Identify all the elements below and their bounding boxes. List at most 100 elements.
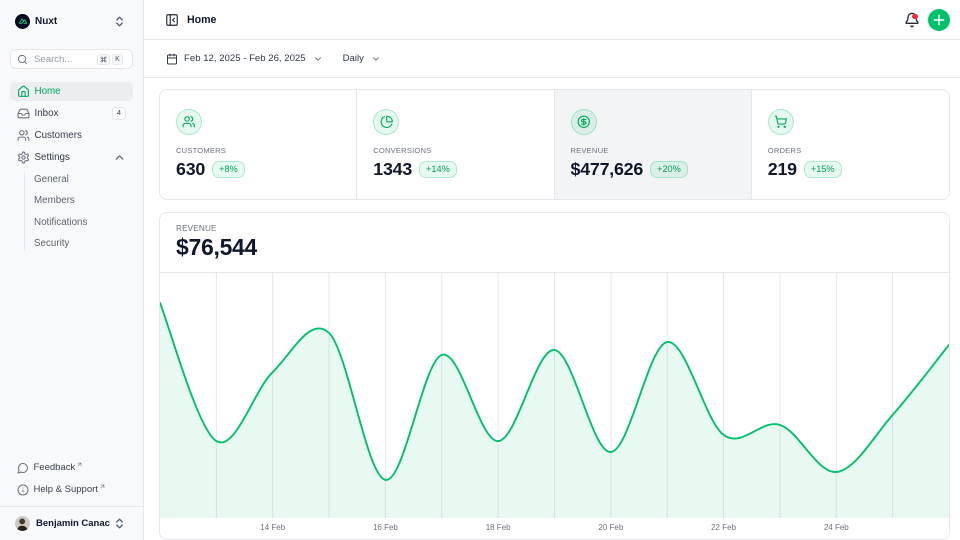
stat-value: 1343 bbox=[373, 159, 412, 180]
shopping-cart-icon bbox=[768, 109, 794, 135]
x-tick-label: 22 Feb bbox=[711, 523, 736, 532]
sidebar-item-customers[interactable]: Customers bbox=[10, 126, 133, 145]
date-range-value: Feb 12, 2025 - Feb 26, 2025 bbox=[184, 53, 306, 64]
stat-card-customers[interactable]: CUSTOMERS 630 +8% bbox=[160, 90, 357, 199]
footer-item-label: Feedback bbox=[34, 462, 76, 473]
calendar-icon bbox=[166, 53, 178, 65]
footer-item-label: Help & Support bbox=[34, 484, 98, 495]
users-icon bbox=[176, 109, 202, 135]
sidebar-item-security[interactable]: Security bbox=[34, 235, 133, 254]
sidebar-item-help-support[interactable]: Help & Support bbox=[10, 480, 133, 499]
settings-sub-list: General Members Notifications Security bbox=[10, 170, 133, 253]
users-icon bbox=[17, 129, 30, 142]
chevrons-up-down-icon bbox=[113, 15, 126, 28]
date-range-picker[interactable]: Feb 12, 2025 - Feb 26, 2025 bbox=[160, 49, 329, 69]
sidebar: Nuxt Search... K Home bbox=[0, 0, 144, 540]
inbox-icon bbox=[17, 107, 30, 120]
stat-label: CUSTOMERS bbox=[176, 146, 340, 155]
workspace-name: Nuxt bbox=[35, 16, 113, 27]
stat-value-row: 219 +15% bbox=[768, 159, 933, 180]
stat-card-conversions[interactable]: CONVERSIONS 1343 +14% bbox=[357, 90, 554, 199]
sidebar-item-settings[interactable]: Settings bbox=[10, 148, 133, 167]
chart-title: REVENUE bbox=[176, 224, 933, 233]
chart-plot-area[interactable] bbox=[160, 273, 949, 518]
chart-header: REVENUE $76,544 bbox=[160, 213, 949, 272]
x-tick-label: 18 Feb bbox=[486, 523, 511, 532]
stat-value: 219 bbox=[768, 159, 797, 180]
granularity-value: Daily bbox=[343, 53, 364, 64]
gear-icon bbox=[17, 151, 30, 164]
sidebar-item-inbox[interactable]: Inbox 4 bbox=[10, 104, 133, 123]
sidebar-item-label: Customers bbox=[35, 130, 127, 141]
circle-dollar-icon bbox=[571, 109, 597, 135]
x-tick-label: 16 Feb bbox=[373, 523, 398, 532]
avatar bbox=[15, 516, 30, 531]
kbd-command bbox=[97, 54, 110, 65]
sidebar-subitem-label: General bbox=[34, 174, 69, 185]
chevron-down-icon bbox=[371, 54, 381, 64]
x-tick-label: 24 Feb bbox=[824, 523, 849, 532]
stat-label: CONVERSIONS bbox=[373, 146, 537, 155]
delta-badge: +15% bbox=[804, 161, 842, 178]
notification-dot bbox=[912, 14, 918, 20]
chevron-up-icon bbox=[113, 151, 126, 164]
main-panel: Home Feb 12, 2 bbox=[144, 0, 960, 540]
sidebar-item-feedback[interactable]: Feedback bbox=[10, 458, 133, 477]
sidebar-spacer bbox=[10, 256, 133, 458]
collapse-sidebar-button[interactable] bbox=[160, 8, 184, 32]
stat-value: 630 bbox=[176, 159, 205, 180]
sidebar-item-general[interactable]: General bbox=[34, 170, 133, 189]
page-header: Home bbox=[144, 0, 960, 40]
notifications-button[interactable] bbox=[900, 8, 924, 32]
kbd-k: K bbox=[112, 54, 123, 65]
page-content: CUSTOMERS 630 +8% CONVERSIONS 1343 +14% bbox=[144, 78, 960, 540]
chart-current-value: $76,544 bbox=[176, 234, 933, 261]
page-title: Home bbox=[187, 14, 216, 26]
chevrons-up-down-icon bbox=[113, 517, 126, 530]
stat-card-revenue[interactable]: REVENUE $477,626 +20% bbox=[555, 90, 752, 199]
info-circle-icon bbox=[17, 484, 29, 496]
stat-label: ORDERS bbox=[768, 146, 933, 155]
chart-pie-icon bbox=[373, 109, 399, 135]
search-placeholder: Search... bbox=[34, 54, 95, 65]
chevron-down-icon bbox=[313, 54, 323, 64]
stat-label: REVENUE bbox=[571, 146, 735, 155]
sidebar-subitem-label: Security bbox=[34, 238, 69, 249]
sidebar-item-label: Settings bbox=[35, 152, 114, 163]
sidebar-item-label: Inbox bbox=[35, 108, 112, 119]
filters-toolbar: Feb 12, 2025 - Feb 26, 2025 Daily bbox=[144, 40, 960, 78]
stats-row: CUSTOMERS 630 +8% CONVERSIONS 1343 +14% bbox=[159, 89, 950, 200]
user-name: Benjamin Canac bbox=[36, 518, 113, 529]
workspace-menu[interactable]: Nuxt bbox=[10, 0, 133, 42]
header-actions bbox=[900, 8, 950, 32]
panel-left-close-icon bbox=[165, 13, 179, 27]
sidebar-item-label: Home bbox=[35, 86, 127, 97]
delta-badge: +20% bbox=[650, 161, 688, 178]
stat-value-row: 1343 +14% bbox=[373, 159, 537, 180]
delta-badge: +14% bbox=[419, 161, 457, 178]
search-input[interactable]: Search... K bbox=[10, 49, 133, 69]
message-circle-icon bbox=[17, 462, 29, 474]
area-chart bbox=[160, 273, 949, 518]
plus-icon bbox=[931, 12, 947, 28]
sidebar-subitem-label: Members bbox=[34, 195, 75, 206]
arrow-up-right-icon bbox=[76, 461, 83, 468]
stat-value-row: $477,626 +20% bbox=[571, 159, 735, 180]
stat-card-orders[interactable]: ORDERS 219 +15% bbox=[752, 90, 949, 199]
sidebar-item-notifications[interactable]: Notifications bbox=[34, 213, 133, 232]
stat-value: $477,626 bbox=[571, 159, 644, 180]
stat-value-row: 630 +8% bbox=[176, 159, 340, 180]
granularity-select[interactable]: Daily bbox=[337, 49, 387, 68]
sidebar-nav: Home Inbox 4 Customers Settings bbox=[10, 82, 133, 256]
app-shell: Nuxt Search... K Home bbox=[0, 0, 960, 540]
sidebar-item-members[interactable]: Members bbox=[34, 192, 133, 211]
x-tick-label: 20 Feb bbox=[598, 523, 623, 532]
sidebar-subitem-label: Notifications bbox=[34, 217, 87, 228]
nuxt-logo-icon bbox=[15, 14, 30, 29]
search-icon bbox=[17, 54, 28, 65]
arrow-up-right-icon bbox=[99, 483, 106, 490]
sidebar-item-home[interactable]: Home bbox=[10, 82, 133, 101]
user-menu[interactable]: Benjamin Canac bbox=[0, 506, 143, 540]
delta-badge: +8% bbox=[212, 161, 245, 178]
add-button[interactable] bbox=[928, 9, 950, 31]
